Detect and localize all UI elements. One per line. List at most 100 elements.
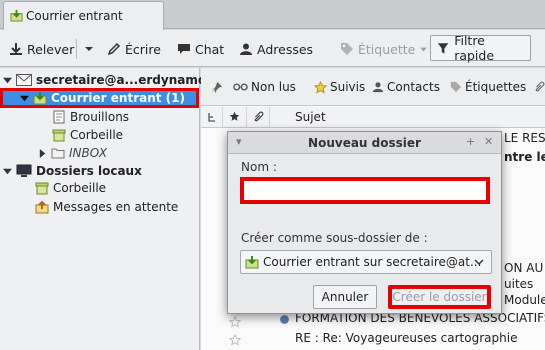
folder-inbox-sub[interactable]: INBOX — [38, 144, 107, 162]
parent-folder-select[interactable]: Courrier entrant sur secretaire@at... — [240, 250, 492, 274]
tag-button[interactable]: Étiquette — [340, 39, 428, 59]
tab-bar: Courrier entrant — [0, 0, 545, 30]
get-mail-label: Relever — [27, 41, 75, 57]
attachment-icon[interactable] — [533, 81, 545, 93]
inbox-icon — [33, 92, 47, 105]
pin-icon[interactable] — [210, 81, 223, 94]
tag-icon — [450, 81, 462, 93]
folder-trash-label: Corbeille — [70, 128, 124, 142]
thread-icon[interactable] — [207, 112, 217, 123]
star-icon[interactable] — [229, 316, 241, 328]
contact-icon — [372, 82, 384, 93]
write-button[interactable]: Écrire — [107, 39, 161, 59]
folder-name-input-wrapper — [240, 177, 490, 204]
download-icon — [10, 43, 22, 55]
attachment-column-icon[interactable] — [252, 111, 264, 123]
twisty-open-icon — [20, 95, 29, 101]
filter-starred-label: Suivis — [330, 80, 366, 94]
folder-name-input[interactable] — [244, 181, 486, 200]
write-label: Écrire — [125, 41, 161, 57]
column-header: Sujet — [201, 107, 545, 128]
message-subject[interactable]: RE : Re: Voyageureuses cartographie — [295, 331, 517, 345]
filter-tags[interactable]: Étiquettes — [450, 80, 526, 94]
tag-label: Étiquette — [358, 41, 416, 57]
folder-local-trash-label: Corbeille — [53, 181, 107, 195]
get-mail-dropdown[interactable] — [82, 39, 96, 59]
parent-folder-value: Courrier entrant sur secretaire@at... — [263, 255, 482, 269]
dialog-titlebar: ▾ Nouveau dossier + ✕ — [228, 132, 501, 154]
parent-folder-label: Créer comme sous-dossier de : — [241, 231, 428, 245]
pencil-icon — [107, 42, 121, 56]
thread-twisty-icon[interactable] — [279, 314, 290, 325]
folder-outbox[interactable]: Messages en attente — [35, 198, 178, 216]
cancel-button[interactable]: Annuler — [313, 285, 377, 309]
drafts-icon — [53, 110, 65, 124]
new-folder-dialog: ▾ Nouveau dossier + ✕ Nom : Créer comme … — [227, 131, 502, 314]
chevron-down-icon — [85, 47, 93, 51]
folder-inbox[interactable]: Courrier entrant (1) — [20, 89, 185, 107]
folder-local-trash[interactable]: Corbeille — [35, 179, 106, 197]
chat-button[interactable]: Chat — [177, 39, 224, 59]
message-subject[interactable]: LE RES — [504, 131, 545, 145]
chevron-down-icon — [474, 259, 484, 266]
inbox-icon — [245, 256, 259, 269]
folder-icon — [51, 148, 65, 159]
twisty-open-icon — [3, 168, 12, 174]
tab-inbox[interactable]: Courrier entrant — [3, 1, 164, 30]
filter-starred[interactable]: Suivis — [314, 80, 365, 94]
toolbar-separator — [76, 39, 77, 59]
outbox-icon — [35, 200, 49, 214]
filter-icon — [437, 42, 449, 54]
message-subject[interactable]: Module — [504, 293, 545, 307]
filter-tags-label: Étiquettes — [465, 80, 527, 94]
tab-title: Courrier entrant — [26, 9, 123, 23]
filter-contacts[interactable]: Contacts — [372, 80, 440, 94]
get-mail-button[interactable]: Relever — [9, 39, 74, 59]
address-book-button[interactable]: Adresses — [239, 39, 313, 59]
column-divider — [222, 107, 223, 128]
tag-icon — [341, 43, 353, 55]
column-divider — [269, 107, 270, 128]
message-subject[interactable]: ntre le — [504, 150, 545, 164]
trash-icon — [52, 129, 66, 142]
address-book-label: Adresses — [257, 41, 314, 57]
main-toolbar: Relever Écrire Chat Adresses Étiquette F… — [0, 30, 545, 67]
folder-inbox-sub-label: INBOX — [69, 146, 108, 160]
twisty-closed-icon — [39, 148, 46, 158]
inbox-icon — [10, 9, 23, 22]
message-subject[interactable]: ON AU — [504, 261, 543, 275]
contact-icon — [240, 43, 252, 55]
quick-filter-button[interactable]: Filtre rapide — [430, 33, 531, 63]
mail-account-icon — [16, 74, 32, 86]
star-icon — [314, 80, 327, 94]
account-row[interactable]: secretaire@a...erdynamo.fr — [3, 71, 222, 89]
close-icon[interactable]: ✕ — [484, 135, 493, 148]
filter-unread-label: Non lus — [251, 80, 296, 94]
folder-outbox-label: Messages en attente — [53, 200, 179, 214]
column-divider — [246, 107, 247, 128]
account-label: secretaire@a...erdynamo.fr — [36, 73, 222, 87]
column-subject[interactable]: Sujet — [295, 110, 326, 124]
star-icon[interactable] — [229, 334, 241, 346]
folder-trash[interactable]: Corbeille — [52, 126, 123, 144]
folder-pane: secretaire@a...erdynamo.fr Courrier entr… — [0, 68, 222, 350]
trash-icon — [35, 182, 49, 195]
local-folders-row[interactable]: Dossiers locaux — [3, 162, 142, 180]
name-label: Nom : — [241, 160, 277, 174]
message-subject[interactable]: uites — [504, 277, 533, 291]
create-folder-button[interactable]: Créer le dossier — [388, 285, 491, 309]
chat-label: Chat — [195, 41, 225, 57]
filter-contacts-label: Contacts — [387, 80, 440, 94]
pin-window-icon[interactable]: + — [466, 135, 475, 148]
folder-drafts-label: Brouillons — [70, 110, 130, 124]
glasses-icon — [233, 83, 248, 91]
star-column-icon[interactable] — [229, 111, 240, 122]
twisty-open-icon — [3, 77, 12, 83]
chat-bubble-icon — [178, 44, 190, 54]
dialog-title: Nouveau dossier — [308, 136, 421, 150]
local-folders-label: Dossiers locaux — [36, 164, 142, 178]
computer-icon — [16, 164, 32, 177]
folder-drafts[interactable]: Brouillons — [52, 108, 129, 126]
quick-filter-bar: Non lus Suivis Contacts Étiquettes — [201, 68, 545, 106]
filter-unread[interactable]: Non lus — [233, 80, 296, 94]
